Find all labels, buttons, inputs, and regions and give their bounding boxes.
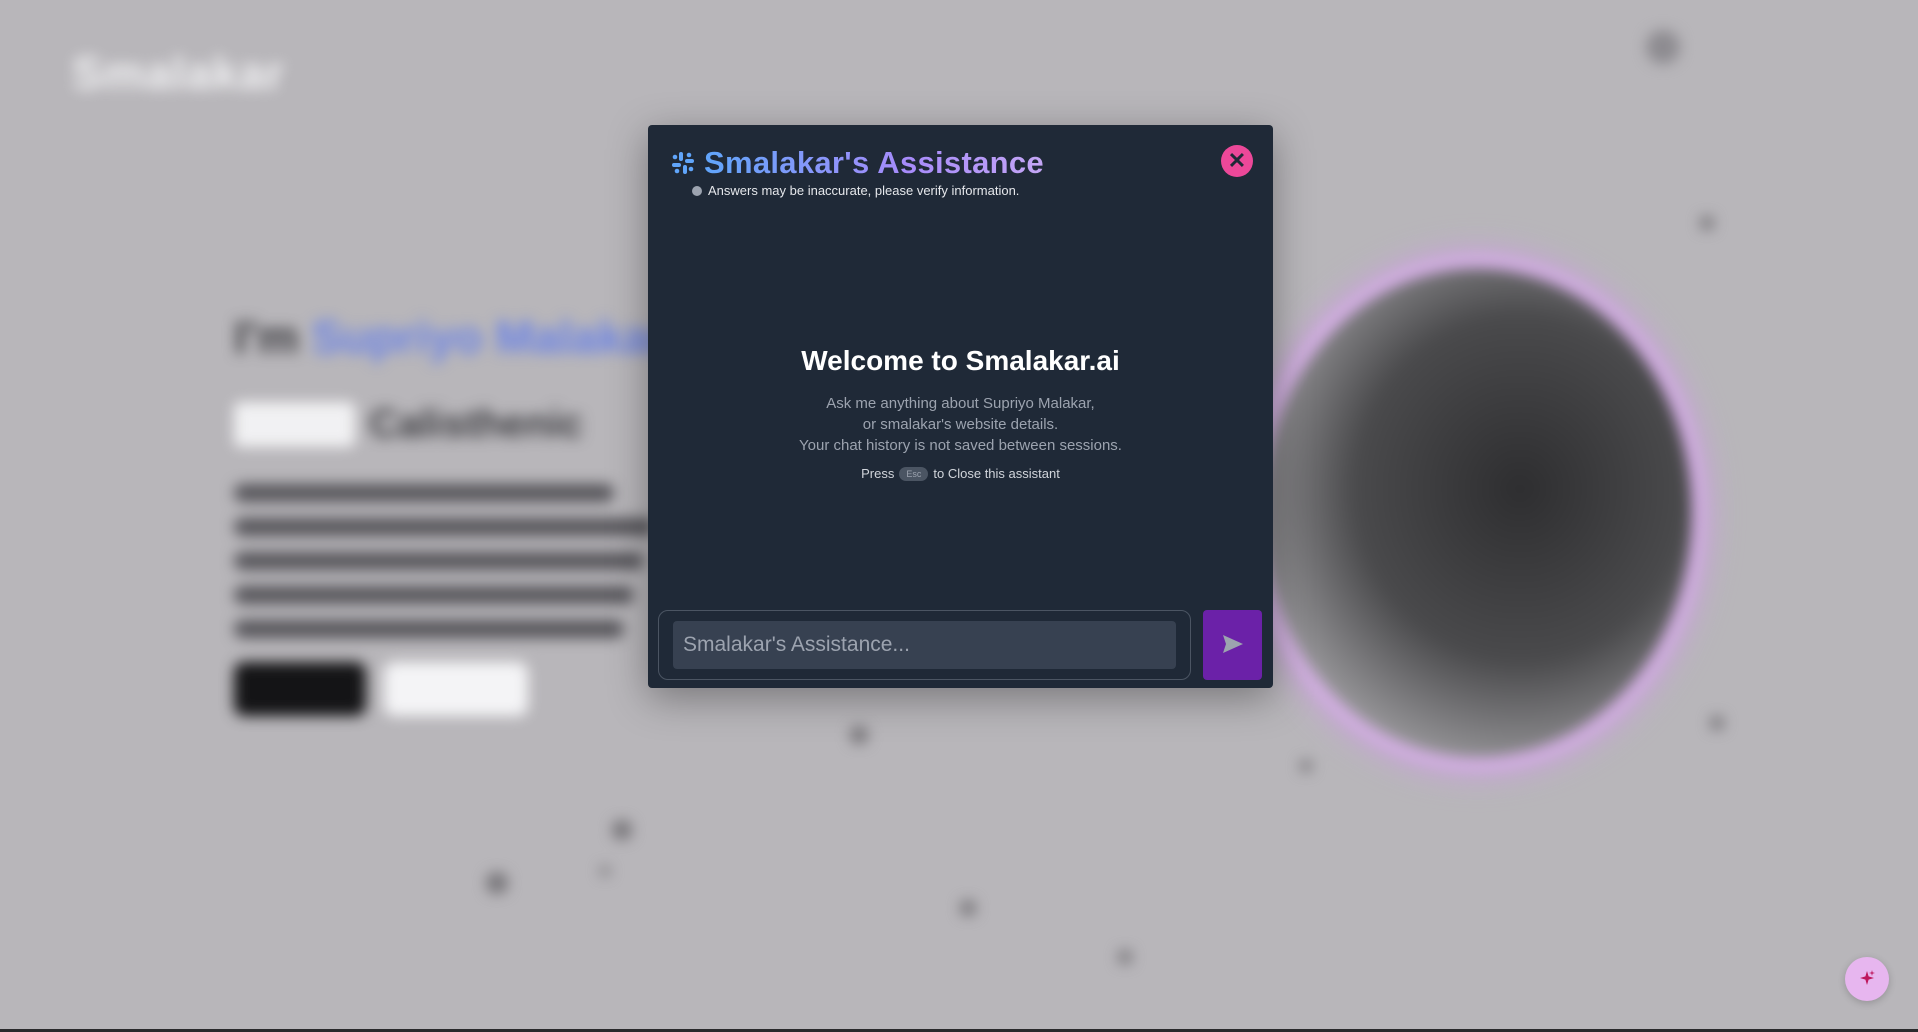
hero-name: Supriyo Malakar <box>311 311 667 363</box>
modal-title: Smalakar's Assistance <box>704 145 1044 180</box>
subtitle-pill: Word <box>234 402 356 447</box>
welcome-line-2: or smalakar's website details. <box>862 416 1059 433</box>
title-row: Smalakar's Assistance <box>670 145 1044 181</box>
disclaimer-text: Answers may be inaccurate, please verify… <box>708 183 1020 198</box>
assistant-fab-button[interactable] <box>1845 957 1889 1001</box>
welcome-section: Welcome to Smalakar.ai Ask me anything a… <box>648 345 1273 481</box>
contact-button <box>384 662 528 716</box>
send-button[interactable] <box>1203 610 1262 680</box>
send-icon <box>1222 634 1244 657</box>
hero-paragraph <box>234 484 654 654</box>
site-logo: Smalakar <box>72 47 285 99</box>
welcome-title: Welcome to Smalakar.ai <box>801 345 1120 376</box>
subtitle-text: Calisthenic <box>369 402 583 446</box>
welcome-line-1: Ask me anything about Supriyo Malakar, <box>826 395 1095 412</box>
slack-hash-icon <box>670 150 696 176</box>
hero-prefix: I'm <box>234 311 312 363</box>
profile-portrait <box>1262 268 1692 758</box>
esc-suffix: to Close this assistant <box>933 466 1060 481</box>
theme-toggle-icon <box>1646 30 1680 64</box>
close-icon: ✕ <box>1227 148 1247 173</box>
disclaimer: Answers may be inaccurate, please verify… <box>692 183 1044 198</box>
esc-prefix: Press <box>861 466 895 481</box>
chat-input-container <box>658 610 1191 680</box>
esc-hint: Press Esc to Close this assistant <box>648 466 1273 481</box>
assistant-modal: Smalakar's Assistance Answers may be ina… <box>648 125 1273 688</box>
info-icon <box>692 185 702 196</box>
hero-subtitle: Word Calisthenic <box>234 402 583 447</box>
modal-header: Smalakar's Assistance Answers may be ina… <box>670 145 1044 198</box>
close-button[interactable]: ✕ <box>1221 145 1253 177</box>
hire-me-button <box>234 662 366 716</box>
esc-key: Esc <box>899 466 929 481</box>
chat-input[interactable] <box>673 621 1176 669</box>
hero-heading: I'm Supriyo Malakar <box>234 310 667 364</box>
sparkles-icon <box>1857 968 1877 991</box>
welcome-line-3: Your chat history is not saved between s… <box>799 437 1122 454</box>
